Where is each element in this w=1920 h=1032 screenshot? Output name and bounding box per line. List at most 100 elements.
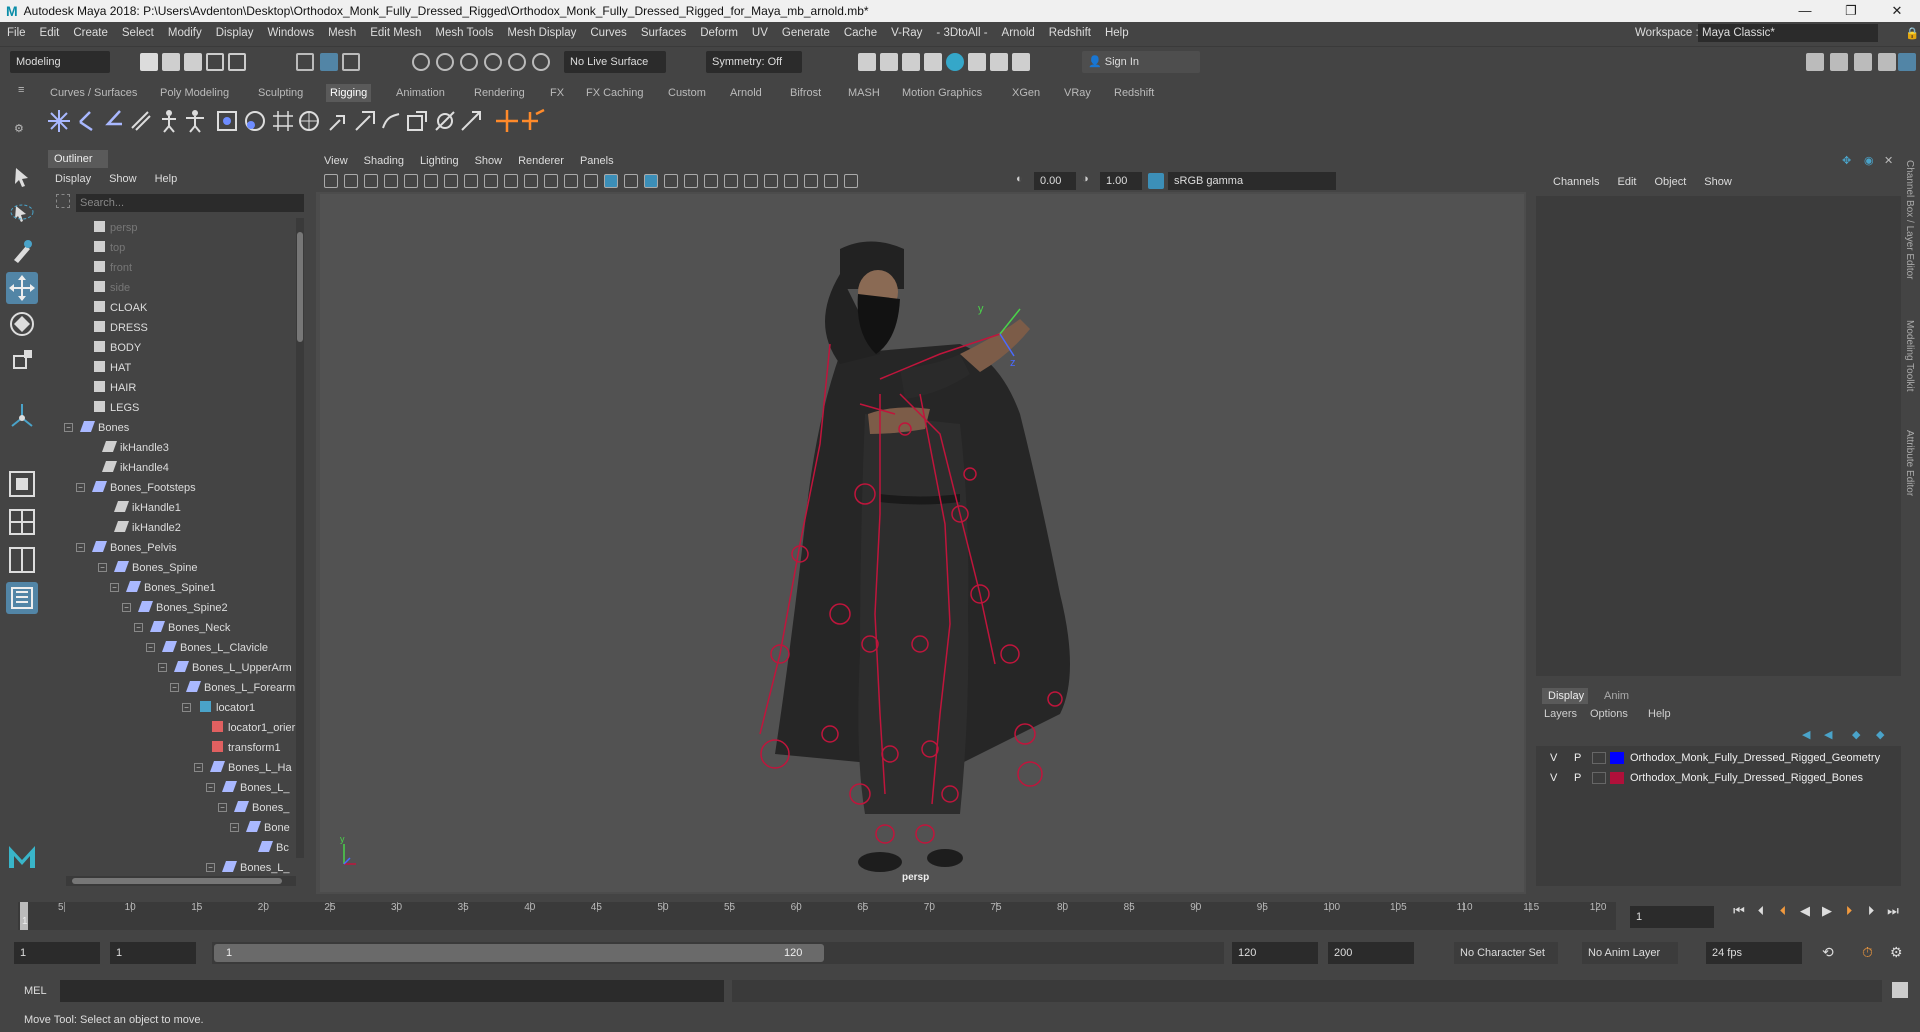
smooth-shade-icon[interactable] — [604, 174, 618, 188]
scale-tool-icon[interactable] — [6, 344, 38, 376]
vp-menu-renderer[interactable]: Renderer — [510, 152, 572, 170]
view-transform-select[interactable]: sRGB gamma — [1168, 172, 1336, 190]
move-layer-down-icon[interactable]: ◀ — [1824, 728, 1832, 741]
snap-vertex-icon[interactable] — [532, 53, 550, 71]
rotate-tool-icon[interactable] — [6, 308, 38, 340]
shelf-tab-arnold[interactable]: Arnold — [726, 84, 766, 102]
shelf-tab-fx[interactable]: FX — [546, 84, 568, 102]
options-menu[interactable]: Options — [1590, 706, 1628, 722]
menu-display[interactable]: Display — [209, 27, 261, 39]
filter-icon[interactable] — [56, 194, 70, 208]
menu-create[interactable]: Create — [66, 27, 115, 39]
side-tab-attribute-editor[interactable]: Attribute Editor — [1904, 430, 1915, 496]
layer-tab-anim[interactable]: Anim — [1604, 688, 1629, 704]
menu-modify[interactable]: Modify — [161, 27, 209, 39]
exposure-icon[interactable]: ◐ — [1016, 173, 1023, 185]
render-current-icon[interactable] — [858, 53, 876, 71]
menu-mesh-display[interactable]: Mesh Display — [500, 27, 583, 39]
outliner-item[interactable]: Bc — [257, 838, 289, 858]
shelf-settings-icon[interactable]: ⚙ — [14, 122, 24, 135]
vp-menu-panels[interactable]: Panels — [572, 152, 622, 170]
new-empty-layer-icon[interactable]: ◆ — [1852, 728, 1860, 741]
outliner-item[interactable]: Bones_ — [233, 798, 289, 818]
outliner-item[interactable]: ikHandle3 — [101, 438, 169, 458]
outliner-menu-display[interactable]: Display — [46, 170, 100, 188]
shelf-tab-vray[interactable]: VRay — [1060, 84, 1095, 102]
outliner-item[interactable]: Bones_Spine — [113, 558, 197, 578]
workspace-select[interactable]: Maya Classic* — [1698, 24, 1878, 42]
channels-menu[interactable]: Channels — [1544, 174, 1608, 190]
anim-layer-select[interactable]: No Anim Layer — [1582, 942, 1678, 964]
layer-color-swatch[interactable] — [1610, 772, 1624, 784]
wire-icon[interactable] — [404, 108, 430, 134]
expand-toggle[interactable]: − — [158, 663, 167, 672]
resolution-gate-icon[interactable] — [484, 174, 498, 188]
isolate-select-icon[interactable] — [784, 174, 798, 188]
outliner-search-input[interactable]: Search... — [76, 194, 304, 212]
range-slider[interactable]: 1 120 — [212, 942, 1224, 964]
select-camera-icon[interactable] — [324, 174, 338, 188]
fps-select[interactable]: 24 fps — [1706, 942, 1802, 964]
object-menu[interactable]: Object — [1645, 174, 1695, 190]
time-slider-track[interactable]: 1 5 10 15 20 25 30 35 40 45 50 55 60 65 70 75 80 85 90 95 1… — [18, 902, 1616, 930]
stop-render-icon[interactable] — [990, 53, 1008, 71]
unbind-skin-icon[interactable] — [242, 108, 268, 134]
menu-mesh[interactable]: Mesh — [321, 27, 363, 39]
lattice-icon[interactable] — [352, 108, 378, 134]
edit-menu[interactable]: Edit — [1608, 174, 1645, 190]
layer-visibility-toggle[interactable]: V — [1550, 768, 1557, 788]
image-plane-icon[interactable] — [384, 174, 398, 188]
step-back-key-icon[interactable]: ⏴ — [1776, 904, 1790, 918]
outliner-item[interactable]: ikHandle2 — [113, 518, 181, 538]
outliner-item[interactable]: HAIR — [94, 378, 136, 398]
outliner-item[interactable]: LEGS — [94, 398, 139, 418]
modeling-toolkit-toggle-icon[interactable] — [1806, 53, 1824, 71]
animation-start-field[interactable]: 1 — [14, 942, 100, 964]
wireframe-icon[interactable] — [584, 174, 598, 188]
outliner-item[interactable]: locator1 — [200, 698, 255, 718]
gamma-icon[interactable]: ◑ — [1082, 173, 1089, 185]
ipr-icon[interactable] — [968, 53, 986, 71]
move-layer-up-icon[interactable]: ◀ — [1802, 728, 1810, 741]
gamma-field[interactable]: 1.00 — [1100, 172, 1142, 190]
expand-toggle[interactable]: − — [194, 763, 203, 772]
perspective-view[interactable]: y z y persp — [320, 194, 1524, 892]
shelf-tab-redshift[interactable]: Redshift — [1110, 84, 1158, 102]
layer-type-toggle[interactable] — [1592, 772, 1606, 784]
cluster-icon[interactable] — [326, 108, 352, 134]
playback-start-field[interactable]: 1 — [110, 942, 196, 964]
anti-aliasing-icon[interactable] — [744, 174, 758, 188]
outliner-item[interactable]: Bones_L_UpperArm — [173, 658, 292, 678]
expand-toggle[interactable]: − — [76, 543, 85, 552]
attribute-icon[interactable]: ◉ — [1864, 154, 1874, 167]
tool-settings-icon[interactable]: ✥ — [1842, 154, 1851, 167]
menu-vray[interactable]: V-Ray — [884, 27, 929, 39]
vp-menu-lighting[interactable]: Lighting — [412, 152, 467, 170]
maximize-button[interactable]: ❐ — [1828, 0, 1874, 22]
layer-row[interactable]: V P Orthodox_Monk_Fully_Dressed_Rigged_G… — [1536, 748, 1901, 768]
time-slider[interactable]: 1 5 10 15 20 25 30 35 40 45 50 55 60 65 70 75 80 85 90 95 1… — [0, 898, 1920, 936]
expand-toggle[interactable]: − — [122, 603, 131, 612]
outliner-item[interactable]: HAT — [94, 358, 131, 378]
arnold-render-icon[interactable] — [946, 53, 964, 71]
side-tab-channel-box[interactable]: Channel Box / Layer Editor — [1904, 160, 1915, 280]
playback-end-field[interactable]: 120 — [1232, 942, 1318, 964]
ik-spline-icon[interactable] — [102, 108, 128, 134]
move-tool-icon[interactable] — [6, 272, 38, 304]
save-scene-icon[interactable] — [184, 53, 202, 71]
expand-toggle[interactable]: − — [110, 583, 119, 592]
tool-settings-toggle-icon[interactable] — [1854, 53, 1872, 71]
aim-constraint-icon[interactable] — [458, 108, 484, 134]
human-ik-icon[interactable] — [182, 108, 208, 134]
command-language-toggle[interactable]: MEL — [24, 982, 47, 1000]
expand-toggle[interactable]: − — [134, 623, 143, 632]
grid-icon[interactable] — [444, 174, 458, 188]
shelf-tab-mash[interactable]: MASH — [844, 84, 884, 102]
menu-cache[interactable]: Cache — [837, 27, 884, 39]
outliner-item[interactable]: Bones_Neck — [149, 618, 230, 638]
xray-icon[interactable] — [804, 174, 818, 188]
bookmark-icon[interactable] — [364, 174, 378, 188]
shelf-tab-bifrost[interactable]: Bifrost — [786, 84, 825, 102]
animation-preferences-icon[interactable]: ⚙ — [1890, 944, 1903, 961]
menu-mesh-tools[interactable]: Mesh Tools — [428, 27, 500, 39]
